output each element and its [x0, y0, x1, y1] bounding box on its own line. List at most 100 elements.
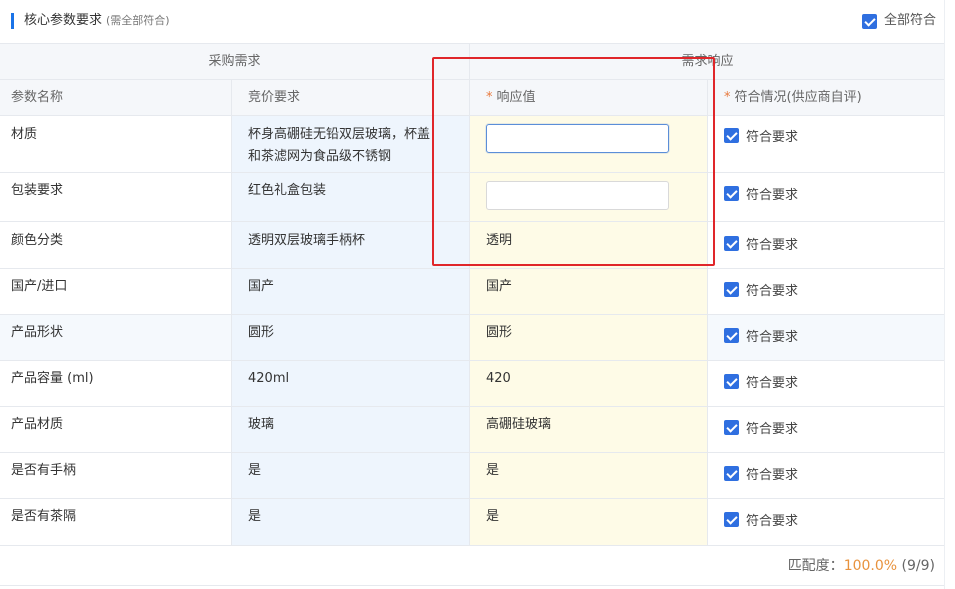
requirement: 国产	[248, 279, 275, 294]
table-row: 产品形状 圆形 圆形 符合要求	[0, 315, 944, 361]
response-input-packaging[interactable]	[486, 181, 669, 210]
compliance-checkbox[interactable]	[724, 328, 739, 343]
match-label: 匹配度：	[787, 558, 844, 574]
table-row: 材质 杯身高硼硅无铅双层玻璃，杯盖 和茶滤网为食品级不锈钢 符合要求	[0, 116, 944, 173]
requirement: 是	[248, 463, 262, 478]
compliance-label: 符合要求	[746, 284, 799, 299]
compliance-label: 符合要求	[746, 188, 799, 203]
compliance-label: 符合要求	[746, 422, 799, 437]
compliance-checkbox-row[interactable]: 符合要求	[724, 234, 798, 253]
requirement-cell: 红色礼盒包装	[231, 173, 469, 221]
requirement: 是	[248, 509, 262, 524]
requirement: 透明双层玻璃手柄杯	[248, 233, 366, 248]
table-row: 颜色分类 透明双层玻璃手柄杯 透明 符合要求	[0, 222, 944, 269]
compliance-label: 符合要求	[746, 514, 799, 529]
compliance-label: 符合要求	[746, 130, 799, 145]
response-input-material[interactable]	[486, 124, 669, 153]
compliance-checkbox-row[interactable]: 符合要求	[724, 184, 798, 203]
param-name-cell: 是否有手柄	[0, 453, 231, 498]
compliance-label: 符合要求	[746, 330, 799, 345]
response-cell: 国产	[469, 269, 707, 314]
param-name: 颜色分类	[11, 233, 64, 248]
compliance-checkbox-row[interactable]: 符合要求	[724, 280, 798, 299]
core-params-panel: 核心参数要求 (需全部符合) 全部符合 采购需求 需求响应 参数名称 竞价要求 *…	[0, 0, 944, 589]
table-row: 产品容量 (ml) 420ml 420 符合要求	[0, 361, 944, 407]
param-name-cell: 包装要求	[0, 173, 231, 221]
compliance-cell: 符合要求	[707, 222, 944, 268]
compliance-checkbox-row[interactable]: 符合要求	[724, 510, 798, 529]
response-value: 420	[486, 371, 511, 386]
match-summary: 匹配度：100.0% (9/9)	[0, 545, 944, 586]
col-response-value: * 响应值	[469, 80, 707, 115]
compliance-checkbox[interactable]	[724, 420, 739, 435]
panel-title: 核心参数要求 (需全部符合)	[24, 12, 170, 30]
response-cell: 透明	[469, 222, 707, 268]
all-match-checkbox[interactable]	[861, 13, 877, 29]
compliance-checkbox[interactable]	[724, 466, 739, 481]
response-value: 是	[486, 463, 500, 478]
group-header-row: 采购需求 需求响应	[0, 44, 944, 80]
compliance-checkbox[interactable]	[724, 374, 739, 389]
panel-subtitle: (需全部符合)	[106, 14, 170, 27]
all-match-label: 全部符合	[883, 13, 936, 28]
compliance-checkbox[interactable]	[724, 128, 739, 143]
compliance-checkbox[interactable]	[724, 282, 739, 297]
response-cell: 高硼硅玻璃	[469, 407, 707, 452]
title-accent-bar	[11, 13, 14, 29]
response-cell	[469, 116, 707, 172]
col-param-name: 参数名称	[11, 90, 64, 105]
compliance-checkbox[interactable]	[724, 512, 739, 527]
param-name-cell: 国产/进口	[0, 269, 231, 314]
col-response-value-label: 响应值	[496, 90, 536, 105]
table-row: 是否有茶隔 是 是 符合要求	[0, 499, 944, 546]
match-count: (9/9)	[901, 558, 935, 574]
compliance-cell: 符合要求	[707, 269, 944, 314]
requirement-cell: 是	[231, 453, 469, 498]
match-percent: 100.0%	[843, 558, 898, 574]
requirement-cell: 杯身高硼硅无铅双层玻璃，杯盖 和茶滤网为食品级不锈钢	[231, 116, 469, 172]
param-name: 产品材质	[11, 417, 64, 432]
compliance-cell: 符合要求	[707, 453, 944, 498]
table-row: 国产/进口 国产 国产 符合要求	[0, 269, 944, 315]
param-name: 产品容量 (ml)	[11, 371, 94, 386]
compliance-checkbox-row[interactable]: 符合要求	[724, 464, 798, 483]
response-cell	[469, 173, 707, 221]
required-asterisk: *	[724, 90, 731, 105]
compliance-checkbox[interactable]	[724, 186, 739, 201]
requirement-cell: 玻璃	[231, 407, 469, 452]
param-name-cell: 产品容量 (ml)	[0, 361, 231, 406]
panel-header: 核心参数要求 (需全部符合) 全部符合	[0, 0, 944, 43]
col-bid-requirement: 竞价要求	[231, 80, 469, 115]
compliance-checkbox-row[interactable]: 符合要求	[724, 418, 798, 437]
response-value: 是	[486, 509, 500, 524]
requirement: 圆形	[248, 325, 275, 340]
compliance-checkbox[interactable]	[724, 236, 739, 251]
table-row: 包装要求 红色礼盒包装 符合要求	[0, 173, 944, 222]
compliance-label: 符合要求	[746, 376, 799, 391]
all-match-toggle[interactable]: 全部符合	[861, 11, 936, 31]
param-name-cell: 颜色分类	[0, 222, 231, 268]
requirement: 420ml	[248, 371, 290, 386]
group-procurement: 采购需求	[208, 54, 261, 69]
group-response: 需求响应	[469, 44, 945, 79]
column-header-row: 参数名称 竞价要求 * 响应值 * 符合情况(供应商自评)	[0, 80, 944, 116]
required-asterisk: *	[486, 90, 493, 105]
col-compliance: * 符合情况(供应商自评)	[707, 80, 944, 115]
compliance-cell: 符合要求	[707, 361, 944, 406]
param-name-cell: 产品材质	[0, 407, 231, 452]
compliance-label: 符合要求	[746, 468, 799, 483]
requirement-cell: 是	[231, 499, 469, 545]
panel-title-text: 核心参数要求	[24, 13, 103, 28]
response-value: 高硼硅玻璃	[486, 417, 552, 432]
param-name: 是否有茶隔	[11, 509, 77, 524]
param-name-cell: 材质	[0, 116, 231, 172]
compliance-checkbox-row[interactable]: 符合要求	[724, 326, 798, 345]
param-name-cell: 是否有茶隔	[0, 499, 231, 545]
param-name: 产品形状	[11, 325, 64, 340]
compliance-checkbox-row[interactable]: 符合要求	[724, 126, 798, 145]
requirement-cell: 圆形	[231, 315, 469, 360]
response-cell: 是	[469, 499, 707, 545]
compliance-checkbox-row[interactable]: 符合要求	[724, 372, 798, 391]
response-value: 透明	[486, 233, 513, 248]
panel-right-border	[944, 0, 945, 589]
